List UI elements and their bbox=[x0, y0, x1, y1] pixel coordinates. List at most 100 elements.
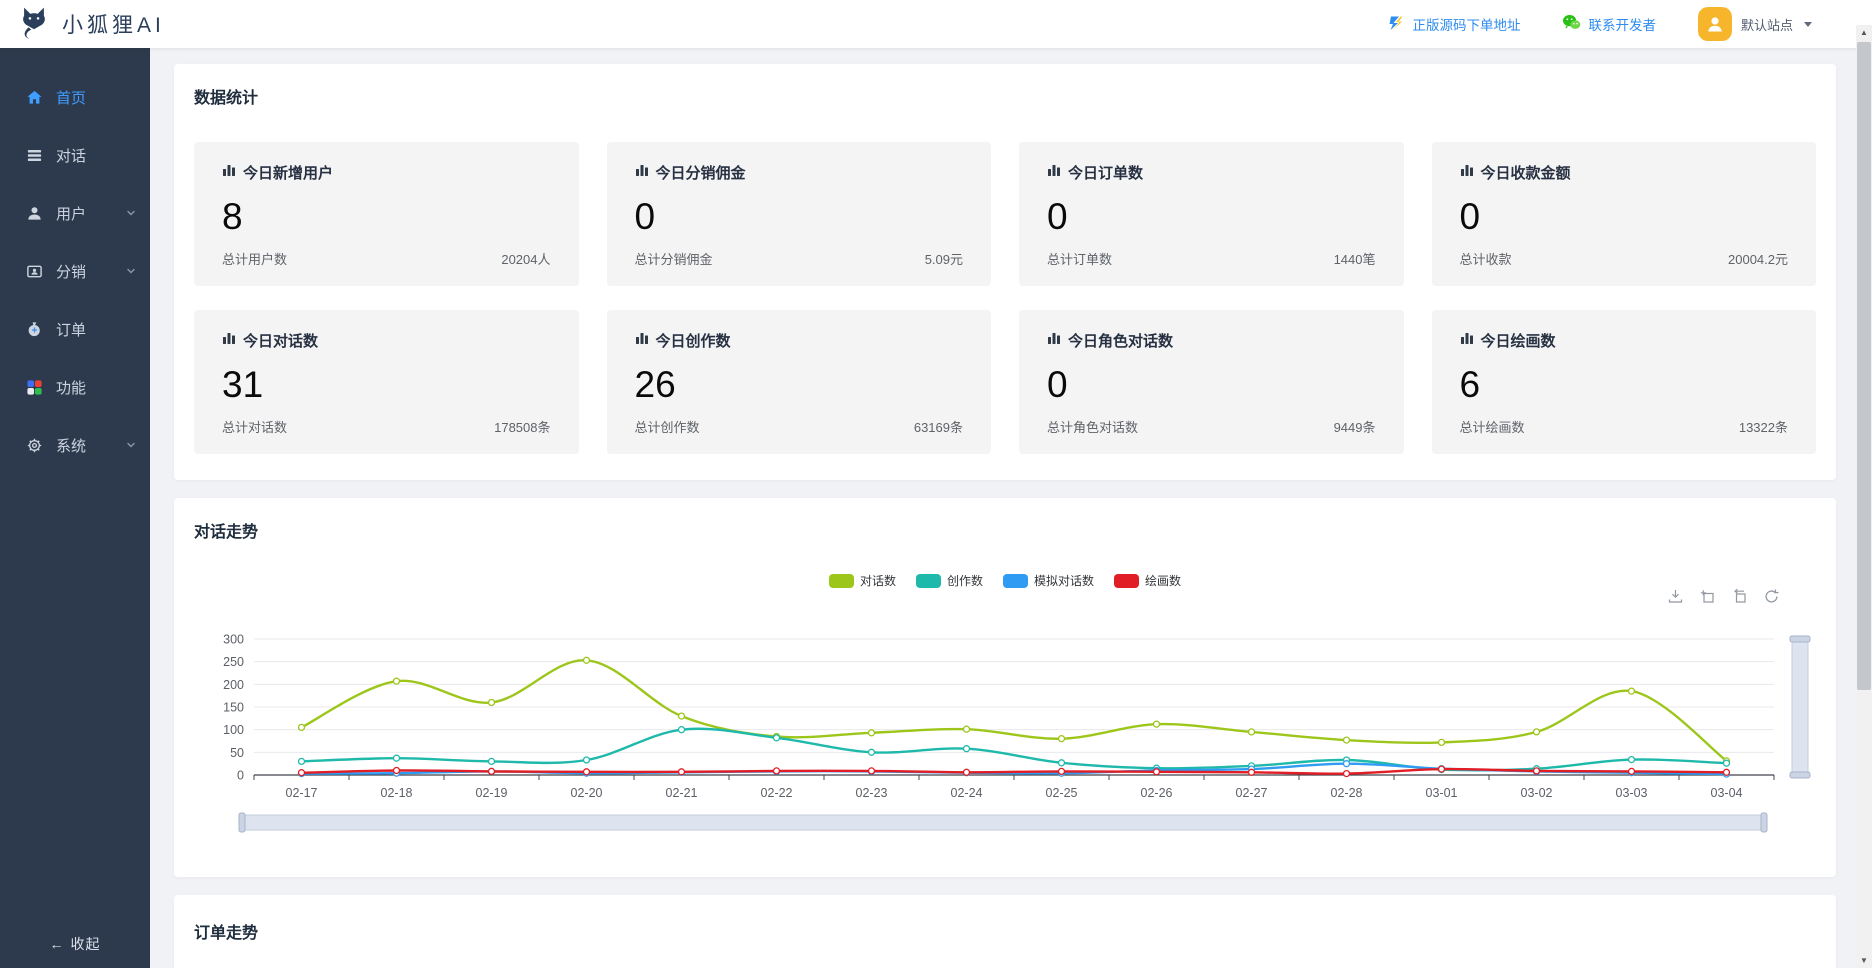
top-header: 小狐狸AI 正版源码下单地址 联系开发者 bbox=[0, 0, 1872, 48]
save-image-icon[interactable] bbox=[1667, 588, 1684, 605]
stat-total-label: 总计订单数 bbox=[1047, 249, 1112, 268]
source-order-link[interactable]: 正版源码下单地址 bbox=[1387, 14, 1520, 35]
legend-swatch bbox=[829, 574, 854, 588]
stat-card-value: 0 bbox=[635, 198, 964, 235]
bar-chart-icon bbox=[222, 163, 236, 182]
sidebar-item-home[interactable]: 首页 bbox=[0, 68, 150, 126]
collapse-label: 收起 bbox=[71, 936, 101, 952]
stat-total-value: 63169条 bbox=[914, 417, 963, 436]
stat-card-title: 今日创作数 bbox=[656, 330, 731, 351]
stat-total-value: 13322条 bbox=[1739, 417, 1788, 436]
sidebar-item-distribution[interactable]: 分销 bbox=[0, 242, 150, 300]
chart-toolbox bbox=[1667, 588, 1780, 605]
chart-legend: 对话数 创作数 模拟对话数 绘画数 bbox=[194, 572, 1816, 589]
stat-card-value: 0 bbox=[1047, 366, 1376, 403]
order-trend-panel: 订单走势 bbox=[174, 895, 1836, 968]
chevron-down-icon bbox=[126, 208, 136, 218]
legend-swatch bbox=[916, 574, 941, 588]
main-content: 数据统计 今日新增用户 8 总计用户数 20204人 bbox=[150, 48, 1872, 968]
svg-text:02-22: 02-22 bbox=[761, 786, 793, 800]
svg-text:300: 300 bbox=[223, 633, 244, 647]
stat-card-value: 6 bbox=[1460, 366, 1789, 403]
chat-trend-panel: 对话走势 对话数 创作数 模拟对话数 绘画数 05010015020025030… bbox=[174, 498, 1836, 877]
arrow-left-icon: ← bbox=[50, 936, 65, 952]
scrollbar-up-arrow[interactable]: ▲ bbox=[1856, 25, 1872, 40]
legend-label: 创作数 bbox=[947, 572, 983, 589]
stat-total-label: 总计对话数 bbox=[222, 417, 287, 436]
features-grid-icon bbox=[25, 378, 43, 396]
chat-trend-title: 对话走势 bbox=[194, 518, 1816, 542]
legend-label: 对话数 bbox=[860, 572, 896, 589]
money-bag-icon bbox=[25, 320, 43, 338]
home-icon bbox=[25, 88, 43, 106]
svg-text:03-03: 03-03 bbox=[1616, 786, 1648, 800]
sidebar-item-chat[interactable]: 对话 bbox=[0, 126, 150, 184]
legend-label: 绘画数 bbox=[1145, 572, 1181, 589]
svg-text:0: 0 bbox=[237, 769, 244, 783]
svg-text:50: 50 bbox=[230, 746, 244, 760]
distribution-icon bbox=[25, 262, 43, 280]
sidebar-item-system[interactable]: 系统 bbox=[0, 416, 150, 474]
svg-text:02-23: 02-23 bbox=[856, 786, 888, 800]
stat-card-value: 31 bbox=[222, 366, 551, 403]
source-order-link-label: 正版源码下单地址 bbox=[1412, 14, 1520, 34]
restore-icon[interactable] bbox=[1731, 588, 1748, 605]
svg-text:02-19: 02-19 bbox=[476, 786, 508, 800]
sidebar-item-order[interactable]: 订单 bbox=[0, 300, 150, 358]
data-zoom-icon[interactable] bbox=[1699, 588, 1716, 605]
sidebar-item-features[interactable]: 功能 bbox=[0, 358, 150, 416]
svg-text:02-24: 02-24 bbox=[951, 786, 983, 800]
stat-card-title: 今日收款金额 bbox=[1481, 162, 1571, 183]
site-selector[interactable]: 默认站点 bbox=[1698, 7, 1812, 41]
stat-total-label: 总计收款 bbox=[1460, 249, 1512, 268]
scrollbar-thumb[interactable] bbox=[1857, 42, 1871, 690]
avatar bbox=[1698, 7, 1732, 41]
svg-text:02-26: 02-26 bbox=[1141, 786, 1173, 800]
collapse-sidebar-button[interactable]: ← 收起 bbox=[0, 934, 150, 954]
contact-developer-link[interactable]: 联系开发者 bbox=[1562, 14, 1656, 34]
datazoom-horizontal-slider[interactable] bbox=[239, 813, 1767, 832]
order-trend-title: 订单走势 bbox=[194, 919, 1816, 943]
stat-card: 今日绘画数 6 总计绘画数 13322条 bbox=[1432, 310, 1817, 454]
svg-text:150: 150 bbox=[223, 701, 244, 715]
bar-chart-icon bbox=[222, 331, 236, 350]
stat-card: 今日创作数 26 总计创作数 63169条 bbox=[607, 310, 992, 454]
svg-text:02-25: 02-25 bbox=[1046, 786, 1078, 800]
stat-card: 今日收款金额 0 总计收款 20004.2元 bbox=[1432, 142, 1817, 286]
legend-swatch bbox=[1003, 574, 1028, 588]
sidebar: 首页 对话 用户 分销 订单 功能 系统 ← 收起 bbox=[0, 48, 150, 968]
page-scrollbar[interactable]: ▲ ▼ bbox=[1856, 25, 1872, 968]
header-actions: 正版源码下单地址 联系开发者 默认站点 bbox=[1387, 7, 1812, 41]
svg-text:02-21: 02-21 bbox=[666, 786, 698, 800]
svg-text:100: 100 bbox=[223, 723, 244, 737]
stats-panel-title: 数据统计 bbox=[194, 84, 1816, 108]
stat-total-value: 9449条 bbox=[1334, 417, 1376, 436]
stat-total-value: 20204人 bbox=[501, 249, 550, 268]
legend-item[interactable]: 对话数 bbox=[829, 572, 896, 589]
wechat-icon bbox=[1562, 14, 1581, 34]
stat-card: 今日角色对话数 0 总计角色对话数 9449条 bbox=[1019, 310, 1404, 454]
user-icon bbox=[25, 204, 43, 222]
legend-swatch bbox=[1114, 574, 1139, 588]
lightning-icon bbox=[1387, 14, 1405, 35]
stat-card-value: 0 bbox=[1047, 198, 1376, 235]
sidebar-item-user[interactable]: 用户 bbox=[0, 184, 150, 242]
stat-total-value: 5.09元 bbox=[925, 249, 963, 268]
datazoom-vertical-slider[interactable] bbox=[1790, 636, 1810, 778]
svg-text:250: 250 bbox=[223, 655, 244, 669]
legend-item[interactable]: 模拟对话数 bbox=[1003, 572, 1094, 589]
stat-card-title: 今日分销佣金 bbox=[656, 162, 746, 183]
contact-developer-link-label: 联系开发者 bbox=[1588, 14, 1656, 34]
brand-title: 小狐狸AI bbox=[62, 9, 165, 39]
legend-item[interactable]: 绘画数 bbox=[1114, 572, 1181, 589]
scrollbar-down-arrow[interactable]: ▼ bbox=[1856, 953, 1872, 968]
svg-text:02-17: 02-17 bbox=[286, 786, 318, 800]
svg-text:03-04: 03-04 bbox=[1711, 786, 1743, 800]
bar-chart-icon bbox=[635, 163, 649, 182]
stat-card: 今日订单数 0 总计订单数 1440笔 bbox=[1019, 142, 1404, 286]
stat-card-title: 今日新增用户 bbox=[243, 162, 333, 183]
svg-text:02-20: 02-20 bbox=[571, 786, 603, 800]
refresh-icon[interactable] bbox=[1763, 588, 1780, 605]
legend-label: 模拟对话数 bbox=[1034, 572, 1094, 589]
legend-item[interactable]: 创作数 bbox=[916, 572, 983, 589]
